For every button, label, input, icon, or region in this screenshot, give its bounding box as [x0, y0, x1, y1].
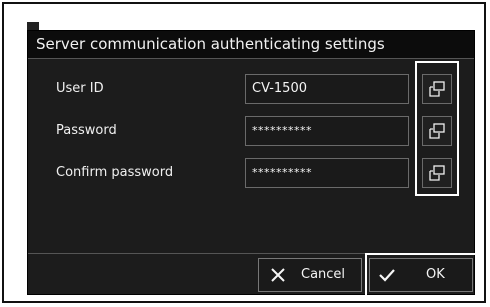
user-id-edit-button[interactable] [422, 74, 452, 104]
password-field[interactable]: ********** [245, 116, 409, 146]
confirm-password-edit-button[interactable] [422, 158, 452, 188]
cancel-label: Cancel [301, 267, 346, 282]
user-id-field[interactable]: CV-1500 [245, 74, 409, 104]
edit-copy-icon [429, 81, 445, 97]
confirm-password-field[interactable]: ********** [245, 158, 409, 188]
confirm-password-label: Confirm password [56, 165, 174, 180]
edit-copy-icon [429, 123, 445, 139]
password-label: Password [56, 123, 117, 138]
dialog-title-bar: Server communication authenticating sett… [28, 31, 474, 59]
password-edit-button[interactable] [422, 116, 452, 146]
cancel-button[interactable]: Cancel [258, 258, 362, 292]
user-id-label: User ID [56, 81, 104, 96]
ok-label: OK [426, 267, 445, 282]
checkmark-icon [379, 269, 395, 282]
close-x-icon [271, 268, 285, 282]
dialog-title: Server communication authenticating sett… [36, 35, 385, 53]
server-auth-settings-dialog: Server communication authenticating sett… [27, 30, 477, 297]
edit-copy-icon [429, 165, 445, 181]
footer-separator [28, 253, 474, 254]
ok-button[interactable]: OK [369, 258, 473, 292]
